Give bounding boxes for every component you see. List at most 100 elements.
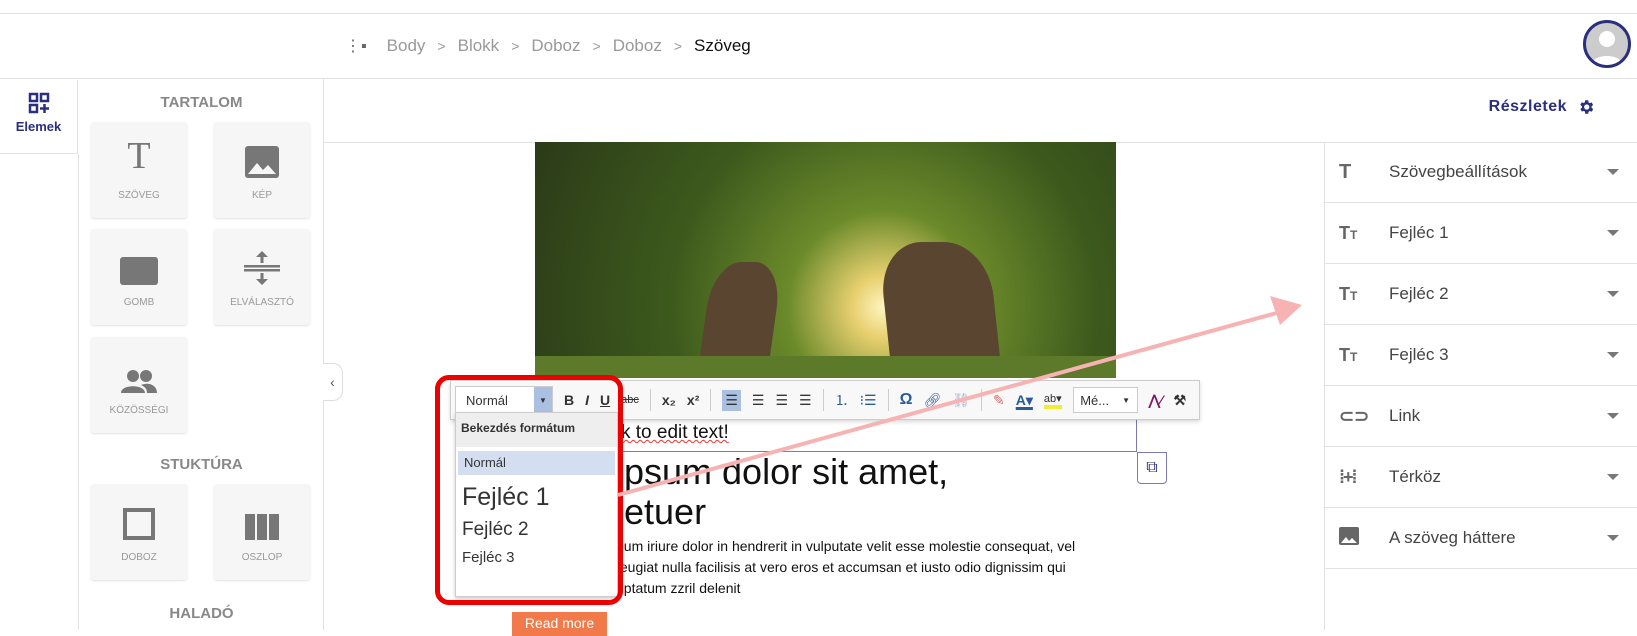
link-icon: ⊂⊃	[1339, 405, 1370, 426]
details-button[interactable]: Részletek	[1489, 98, 1595, 116]
columns-icon	[214, 484, 310, 540]
details-label: Részletek	[1488, 98, 1567, 115]
chevron-left-icon: ‹	[330, 374, 335, 390]
paragraph-line: eum iriure dolor in hendrerit in vulputa…	[616, 538, 1076, 554]
align-left-icon[interactable]: ☰	[722, 389, 741, 411]
tile-label: DOBOZ	[121, 552, 157, 563]
section-heading: STUKTÚRA	[160, 456, 243, 473]
panel-row-label: Fejléc 1	[1389, 223, 1449, 242]
panel-row[interactable]: TT Fejléc 2	[1324, 264, 1637, 325]
avatar[interactable]	[1583, 20, 1631, 68]
text-size-icon: TT	[1339, 344, 1358, 365]
add-elements-icon	[0, 92, 77, 117]
panel-row-label: Fejléc 3	[1389, 345, 1449, 364]
text-icon: T	[127, 135, 151, 177]
sidebar-item-elements[interactable]: Elemek	[0, 80, 78, 154]
heading-line: ipsum dolor sit amet,	[616, 451, 949, 492]
superscript-button[interactable]: x²	[687, 392, 699, 408]
breadcrumb-item[interactable]: Doboz	[613, 36, 662, 56]
text-editor-area[interactable]: k to edit text!	[620, 420, 1137, 452]
chevron-down-icon	[1607, 230, 1619, 236]
text-icon: T	[1339, 160, 1352, 183]
paragraph-line: feugiat nulla facilisis at vero eros et …	[616, 559, 1066, 575]
tile-button[interactable]: GOMB	[91, 229, 187, 325]
copy-icon: ⧉	[1146, 459, 1158, 476]
panel-row[interactable]: ⁞+⁞ Térköz	[1324, 447, 1637, 508]
unlink-icon[interactable]: ⛓︎	[952, 392, 970, 409]
separator: >	[592, 38, 601, 54]
highlight-annotation-box	[435, 375, 623, 605]
separator: >	[673, 38, 683, 54]
tile-social[interactable]: KÖZÖSSÉGI	[91, 337, 187, 433]
magic-wand-icon[interactable]: ⚒	[1173, 392, 1186, 409]
palette-divider	[323, 78, 324, 630]
tile-label: SZÖVEG	[118, 190, 160, 201]
numbered-list-icon[interactable]: ⒈	[835, 390, 849, 410]
chevron-down-icon	[1607, 291, 1619, 297]
chevron-down-icon	[1607, 413, 1619, 419]
tile-box[interactable]: DOBOZ	[91, 484, 187, 580]
text-color-icon[interactable]: A▾	[1016, 392, 1033, 409]
breadcrumb-item[interactable]: Blokk	[458, 36, 500, 56]
hero-image[interactable]	[535, 142, 1116, 378]
tile-text[interactable]: T SZÖVEG	[91, 122, 187, 218]
remove-format-icon[interactable]: ✎	[993, 392, 1005, 409]
align-center-icon[interactable]: ☰	[752, 392, 765, 409]
tile-image[interactable]: KÉP	[214, 122, 310, 218]
text-size-icon: TT	[1339, 222, 1358, 243]
math-icon[interactable]: ⋀⁄	[1149, 392, 1163, 409]
spacing-icon: ⁞+⁞	[1339, 466, 1357, 487]
panel-row-label: Fejléc 2	[1389, 284, 1449, 303]
button-icon	[91, 229, 187, 285]
panel-row-label: Szövegbeállítások	[1389, 162, 1527, 181]
read-more-button[interactable]: Read more	[512, 612, 607, 636]
header-divider	[0, 78, 1637, 79]
align-right-icon[interactable]: ☰	[775, 392, 788, 409]
link-icon[interactable]: 🔗︎	[923, 392, 941, 409]
strikethrough-button[interactable]: abc	[621, 394, 639, 406]
panel-row-label: A szöveg háttere	[1389, 528, 1516, 547]
section-heading: TARTALOM	[160, 94, 243, 111]
align-justify-icon[interactable]: ☰	[799, 392, 812, 409]
gear-icon	[1580, 100, 1594, 114]
tile-label: KÖZÖSSÉGI	[109, 405, 169, 416]
tile-divider[interactable]: ELVÁLASZTÓ	[214, 229, 310, 325]
panel-row[interactable]: T Szövegbeállítások	[1324, 142, 1637, 203]
separator	[822, 389, 824, 411]
panel-row[interactable]: ⊂⊃ Link	[1324, 386, 1637, 447]
separator: >	[437, 38, 446, 54]
heading-line: letuer	[616, 491, 707, 532]
heading[interactable]: ipsum dolor sit amet, letuer	[616, 452, 948, 532]
panel-row-label: Térköz	[1389, 467, 1441, 486]
more-dropdown[interactable]: Mé... ▼	[1072, 387, 1138, 413]
copy-button[interactable]: ⧉	[1137, 452, 1167, 484]
image-icon	[214, 122, 310, 178]
editable-text[interactable]: k to edit text!	[621, 422, 729, 443]
bulleted-list-icon[interactable]: ⁝☰	[860, 392, 877, 409]
tile-label: ELVÁLASZTÓ	[230, 297, 294, 308]
special-character-button[interactable]: Ω	[900, 391, 913, 409]
tile-label: OSZLOP	[241, 552, 283, 563]
tile-label: GOMB	[123, 297, 155, 308]
breadcrumb-item[interactable]: Body	[387, 36, 426, 56]
panel-row[interactable]: A szöveg háttere	[1324, 508, 1637, 569]
tree-structure-icon[interactable]: ⋮▪	[345, 36, 367, 56]
dropdown-arrow-icon: ▼	[1122, 395, 1131, 405]
subscript-button[interactable]: x₂	[662, 392, 676, 408]
highlight-color-icon[interactable]: ab▾	[1043, 392, 1062, 409]
tile-label: KÉP	[251, 190, 272, 201]
sidebar-item-label: Elemek	[15, 119, 62, 134]
breadcrumb-item[interactable]: Doboz	[531, 36, 580, 56]
separator	[981, 389, 983, 411]
separator: >	[511, 38, 520, 54]
panel-row[interactable]: TT Fejléc 3	[1324, 325, 1637, 386]
paragraph[interactable]: eum iriure dolor in hendrerit in vulputa…	[616, 536, 1136, 599]
collapse-panel-button[interactable]: ‹	[323, 363, 343, 401]
separator	[710, 389, 712, 411]
paragraph-line: uptatum zzril delenit	[616, 580, 741, 596]
chevron-down-icon	[1607, 535, 1619, 541]
panel-row[interactable]: TT Fejléc 1	[1324, 203, 1637, 264]
top-divider	[0, 13, 1637, 14]
separator	[649, 389, 651, 411]
tile-columns[interactable]: OSZLOP	[214, 484, 310, 580]
